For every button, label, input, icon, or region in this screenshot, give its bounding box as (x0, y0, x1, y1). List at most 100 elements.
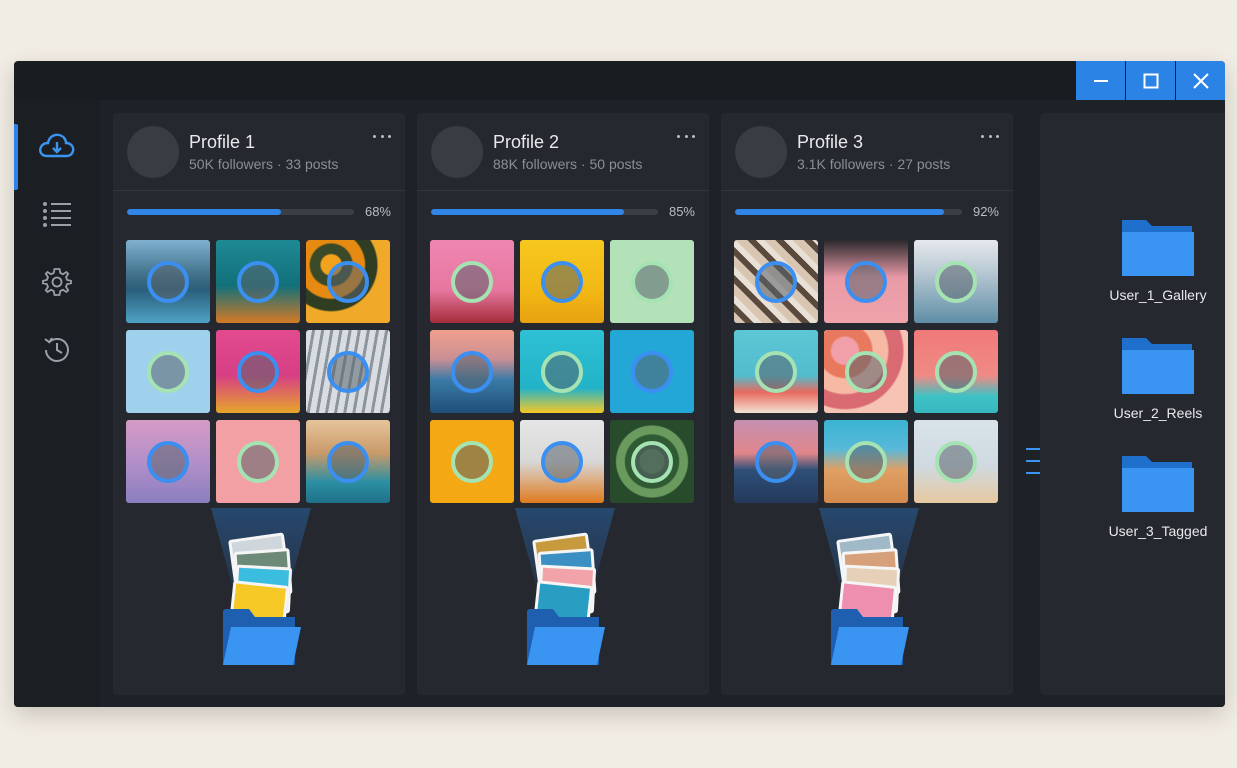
profile-name: Profile 2 (493, 132, 560, 152)
download-progress-ring (327, 350, 369, 393)
media-thumbnail[interactable] (306, 330, 390, 413)
profile-name: Profile 3 (797, 132, 864, 152)
media-thumbnail[interactable] (734, 240, 818, 323)
download-progress-ring (845, 440, 887, 483)
folder-icon (527, 609, 605, 665)
media-thumbnail[interactable] (126, 240, 210, 323)
media-thumbnail[interactable] (914, 420, 998, 503)
maximize-icon (1143, 73, 1158, 88)
download-folder-illustration (515, 508, 615, 683)
destination-label: User_2_Reels (1113, 405, 1203, 421)
progress-fill (127, 209, 282, 215)
profile-name: Profile 1 (189, 132, 256, 152)
download-progress-ring (147, 440, 189, 483)
avatar (431, 126, 483, 178)
sidebar-item-list[interactable] (14, 180, 100, 248)
media-thumbnail[interactable] (306, 240, 390, 323)
download-progress-ring (755, 440, 797, 483)
destination-label: User_1_Gallery (1109, 287, 1207, 303)
media-thumbnail[interactable] (824, 420, 908, 503)
download-progress-ring (541, 350, 583, 393)
media-thumbnail[interactable] (610, 330, 694, 413)
media-thumbnail[interactable] (734, 420, 818, 503)
sidebar-item-downloads[interactable] (14, 112, 100, 190)
profile-panel-1: Profile 1 50K followers · 33 posts 68% (113, 113, 405, 695)
profile-header: Profile 1 50K followers · 33 posts (113, 113, 405, 191)
more-options-button[interactable] (981, 129, 999, 143)
destination-label: User_3_Tagged (1108, 523, 1208, 539)
media-thumbnail[interactable] (430, 330, 514, 413)
destination-folder-1[interactable]: User_1_Gallery (1108, 216, 1208, 303)
media-thumbnail[interactable] (520, 330, 604, 413)
download-progress-ring (541, 440, 583, 483)
media-thumbnail[interactable] (520, 240, 604, 323)
media-thumbnail[interactable] (126, 420, 210, 503)
download-progress-ring (327, 260, 369, 303)
media-thumbnail[interactable] (430, 420, 514, 503)
progress-label: 85% (668, 204, 695, 219)
download-progress-ring (237, 260, 279, 303)
download-progress-ring (541, 260, 583, 303)
media-thumbnail[interactable] (520, 420, 604, 503)
progress-fill (431, 209, 624, 215)
profile-header: Profile 3 3.1K followers · 27 posts (721, 113, 1013, 191)
destination-folder-3[interactable]: User_3_Tagged (1108, 452, 1208, 539)
media-thumbnail[interactable] (216, 330, 300, 413)
download-progress-ring (147, 260, 189, 303)
gear-icon (42, 268, 72, 296)
media-thumbnail[interactable] (824, 330, 908, 413)
destination-panel: User_1_Gallery User_2_Reels User_3_Tagge… (1040, 113, 1225, 695)
sidebar-item-history[interactable] (14, 316, 100, 384)
media-thumbnail[interactable] (126, 330, 210, 413)
cloud-download-icon (39, 133, 75, 158)
media-thumbnail[interactable] (306, 420, 390, 503)
media-thumbnail[interactable] (914, 330, 998, 413)
download-progress-ring (935, 440, 977, 483)
profile-header: Profile 2 88K followers · 50 posts (417, 113, 709, 191)
media-grid (430, 240, 695, 504)
folder-icon (1122, 338, 1194, 394)
folder-icon (1122, 220, 1194, 276)
progress-fill (735, 209, 944, 215)
folder-icon (1122, 456, 1194, 512)
progress-label: 68% (364, 204, 391, 219)
media-thumbnail[interactable] (824, 240, 908, 323)
media-grid (126, 240, 391, 504)
media-thumbnail[interactable] (216, 420, 300, 503)
media-thumbnail[interactable] (610, 240, 694, 323)
window-controls (1075, 61, 1225, 100)
media-thumbnail[interactable] (610, 420, 694, 503)
sidebar-item-settings[interactable] (14, 248, 100, 316)
download-progress-ring (451, 350, 493, 393)
download-progress-ring (237, 440, 279, 483)
media-thumbnail[interactable] (430, 240, 514, 323)
media-thumbnail[interactable] (914, 240, 998, 323)
more-icon (981, 134, 984, 138)
main-content: Profile 1 50K followers · 33 posts 68% P… (100, 100, 1225, 707)
minimize-button[interactable] (1076, 61, 1125, 100)
destination-folder-2[interactable]: User_2_Reels (1108, 334, 1208, 421)
media-thumbnail[interactable] (216, 240, 300, 323)
download-progress-ring (327, 440, 369, 483)
more-options-button[interactable] (677, 129, 695, 143)
history-icon (44, 337, 69, 362)
close-icon (1192, 72, 1209, 89)
download-folder-illustration (211, 508, 311, 683)
download-folder-illustration (819, 508, 919, 683)
close-button[interactable] (1176, 61, 1225, 100)
progress-bar (127, 209, 354, 215)
maximize-button[interactable] (1126, 61, 1175, 100)
sidebar (14, 100, 100, 707)
profile-panel-2: Profile 2 88K followers · 50 posts 85% (417, 113, 709, 695)
download-progress-ring (755, 350, 797, 393)
download-progress-ring (845, 260, 887, 303)
more-icon (373, 134, 376, 138)
download-progress-ring (935, 260, 977, 303)
download-progress-ring (935, 350, 977, 393)
download-progress-ring (147, 350, 189, 393)
download-progress-ring (631, 350, 673, 393)
more-options-button[interactable] (373, 129, 391, 143)
media-thumbnail[interactable] (734, 330, 818, 413)
minimize-icon (1093, 79, 1108, 82)
download-progress-ring (451, 260, 493, 303)
